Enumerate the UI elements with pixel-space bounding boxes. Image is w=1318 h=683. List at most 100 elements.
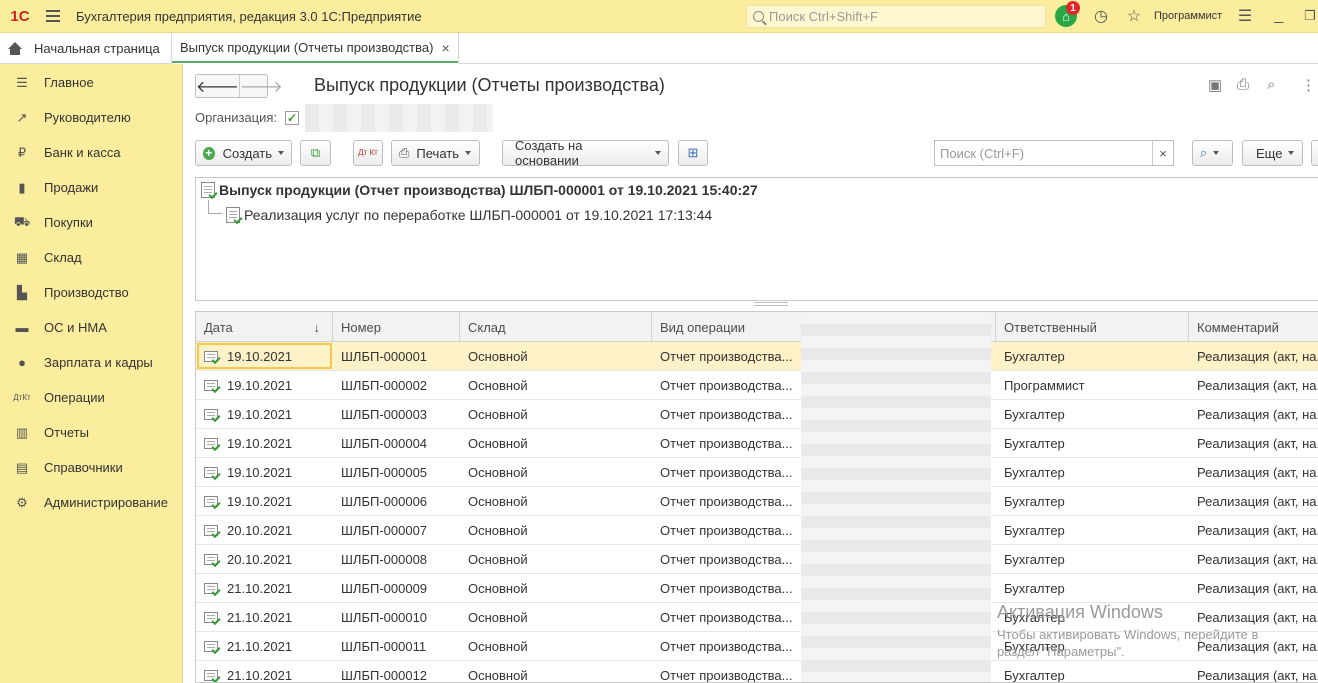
column-number[interactable]: Номер <box>333 312 460 342</box>
table-row[interactable]: 19.10.2021 ШЛБП-000002 Основной Отчет произ… <box>196 371 1318 400</box>
cell-comment[interactable]: Реализация (акт, на... <box>1189 371 1318 399</box>
cell-responsible[interactable]: Бухгалтер <box>996 661 1189 683</box>
table-row[interactable]: 20.10.2021 ШЛБП-000007 Основной Отчет произ… <box>196 516 1318 545</box>
sidebar-item-purchases[interactable]: ⛟ Покупки <box>0 205 182 240</box>
cell-number[interactable]: ШЛБП-000003 <box>333 400 460 428</box>
tree-node-parent[interactable]: Выпуск продукции (Отчет производства) ШЛ… <box>201 182 758 198</box>
sidebar-item-reports[interactable]: ▥ Отчеты <box>0 415 182 450</box>
column-responsible[interactable]: Ответственный <box>996 312 1189 342</box>
forward-arrow-icon[interactable]: 🡒 <box>238 75 283 97</box>
cell-responsible[interactable]: Бухгалтер <box>996 487 1189 515</box>
cell-comment[interactable]: Реализация (акт, на... <box>1189 661 1318 683</box>
table-row[interactable]: 19.10.2021 ШЛБП-000004 Основной Отчет произ… <box>196 429 1318 458</box>
cell-date[interactable]: 19.10.2021 <box>196 487 333 515</box>
cell-warehouse[interactable]: Основной <box>460 545 652 573</box>
sidebar-item-sales[interactable]: ▮ Продажи <box>0 170 182 205</box>
settings-lines-icon[interactable]: ☰ <box>1236 4 1254 28</box>
cell-comment[interactable]: Реализация (акт, на... <box>1189 603 1318 631</box>
tree-node-child[interactable]: Реализация услуг по переработке ШЛБП-000… <box>226 207 712 223</box>
cell-responsible[interactable]: Бухгалтер <box>996 342 1189 370</box>
cell-operation[interactable]: Отчет производства... <box>652 545 802 573</box>
table-row[interactable]: 21.10.2021 ШЛБП-000010 Основной Отчет произ… <box>196 603 1318 632</box>
cell-date[interactable]: 19.10.2021 <box>196 429 333 457</box>
cell-comment[interactable]: Реализация (акт, на... <box>1189 342 1318 370</box>
cell-warehouse[interactable]: Основной <box>460 632 652 660</box>
create-based-on-button[interactable]: Создать на основании <box>502 138 669 168</box>
structure-button[interactable]: ⊞ <box>678 140 708 166</box>
cell-operation[interactable]: Отчет производства... <box>652 429 802 457</box>
cell-warehouse[interactable]: Основной <box>460 661 652 683</box>
sidebar-item-assets[interactable]: ▬ ОС и НМА <box>0 310 182 345</box>
save-icon[interactable]: ▣ <box>1208 76 1222 94</box>
cell-responsible[interactable]: Программист <box>996 371 1189 399</box>
cell-responsible[interactable]: Бухгалтер <box>996 632 1189 660</box>
preview-icon[interactable]: ⌕ <box>1267 76 1275 93</box>
cell-responsible[interactable]: Бухгалтер <box>996 400 1189 428</box>
sidebar-item-main[interactable]: ☰ Главное <box>0 65 182 100</box>
cell-operation[interactable]: Отчет производства... <box>652 400 802 428</box>
cell-number[interactable]: ШЛБП-000008 <box>333 545 460 573</box>
print-icon[interactable]: ⎙ <box>1237 76 1249 93</box>
column-date[interactable]: Дата ↓ <box>196 312 333 342</box>
column-warehouse[interactable]: Склад <box>460 312 652 342</box>
cell-number[interactable]: ШЛБП-000006 <box>333 487 460 515</box>
cell-operation[interactable]: Отчет производства... <box>652 342 802 370</box>
cell-date[interactable]: 20.10.2021 <box>196 545 333 573</box>
cell-comment[interactable]: Реализация (акт, на... <box>1189 516 1318 544</box>
table-row[interactable]: 19.10.2021 ШЛБП-000005 Основной Отчет произ… <box>196 458 1318 487</box>
cell-comment[interactable]: Реализация (акт, на... <box>1189 487 1318 515</box>
create-button[interactable]: + Создать <box>195 140 292 166</box>
cell-number[interactable]: ШЛБП-000002 <box>333 371 460 399</box>
organization-field-redacted[interactable] <box>305 104 493 132</box>
cell-responsible[interactable]: Бухгалтер <box>996 603 1189 631</box>
table-row[interactable]: 20.10.2021 ШЛБП-000008 Основной Отчет произ… <box>196 545 1318 574</box>
cell-operation[interactable]: Отчет производства... <box>652 574 802 602</box>
tab-home[interactable]: Начальная страница <box>0 33 172 64</box>
cell-number[interactable]: ШЛБП-000010 <box>333 603 460 631</box>
table-row[interactable]: 19.10.2021 ШЛБП-000003 Основной Отчет произ… <box>196 400 1318 429</box>
cell-warehouse[interactable]: Основной <box>460 574 652 602</box>
cell-responsible[interactable]: Бухгалтер <box>996 574 1189 602</box>
cell-date[interactable]: 19.10.2021 <box>196 371 333 399</box>
cell-date[interactable]: 21.10.2021 <box>196 574 333 602</box>
more-button[interactable]: Еще <box>1242 140 1303 166</box>
cell-comment[interactable]: Реализация (акт, на... <box>1189 429 1318 457</box>
cell-operation[interactable]: Отчет производства... <box>652 603 802 631</box>
cell-comment[interactable]: Реализация (акт, на... <box>1189 458 1318 486</box>
search-button[interactable]: ⌕ <box>1192 140 1233 166</box>
sidebar-item-operations[interactable]: ДтКт Операции <box>0 380 182 415</box>
history-icon[interactable]: ◷ <box>1090 4 1112 28</box>
cell-number[interactable]: ШЛБП-000005 <box>333 458 460 486</box>
cell-warehouse[interactable]: Основной <box>460 429 652 457</box>
restore-window-icon[interactable]: ❐ <box>1302 4 1318 28</box>
cell-date[interactable]: 20.10.2021 <box>196 516 333 544</box>
organization-checkbox[interactable]: ✓ <box>285 110 300 125</box>
clear-search-icon[interactable]: × <box>1152 141 1173 165</box>
cell-warehouse[interactable]: Основной <box>460 371 652 399</box>
table-row[interactable]: 21.10.2021 ШЛБП-000011 Основной Отчет произ… <box>196 632 1318 661</box>
main-menu-icon[interactable] <box>40 0 66 33</box>
sidebar-item-manager[interactable]: ↗ Руководителю <box>0 100 182 135</box>
cell-number[interactable]: ШЛБП-000001 <box>333 342 460 370</box>
column-comment[interactable]: Комментарий <box>1189 312 1318 342</box>
cell-operation[interactable]: Отчет производства... <box>652 516 802 544</box>
cell-comment[interactable]: Реализация (акт, на... <box>1189 545 1318 573</box>
cell-date[interactable]: 21.10.2021 <box>196 632 333 660</box>
table-row[interactable]: 19.10.2021 ШЛБП-000006 Основной Отчет произ… <box>196 487 1318 516</box>
cell-warehouse[interactable]: Основной <box>460 487 652 515</box>
splitter-handle[interactable] <box>754 302 788 306</box>
cell-operation[interactable]: Отчет производства... <box>652 487 802 515</box>
cell-warehouse[interactable]: Основной <box>460 458 652 486</box>
current-user[interactable]: Программист <box>1154 10 1222 22</box>
cell-responsible[interactable]: Бухгалтер <box>996 429 1189 457</box>
list-search-input[interactable]: Поиск (Ctrl+F) × <box>934 140 1174 166</box>
cell-operation[interactable]: Отчет производства... <box>652 661 802 683</box>
cell-number[interactable]: ШЛБП-000009 <box>333 574 460 602</box>
cell-date[interactable]: 19.10.2021 <box>196 458 333 486</box>
sidebar-item-salary[interactable]: ● Зарплата и кадры <box>0 345 182 380</box>
sidebar-item-bank[interactable]: ₽ Банк и касса <box>0 135 182 170</box>
notifications-button[interactable]: ⌂ 1 <box>1054 1 1080 28</box>
table-row[interactable]: 19.10.2021 ШЛБП-000001 Основной Отчет произ… <box>196 342 1318 371</box>
cell-number[interactable]: ШЛБП-000012 <box>333 661 460 683</box>
cell-responsible[interactable]: Бухгалтер <box>996 458 1189 486</box>
